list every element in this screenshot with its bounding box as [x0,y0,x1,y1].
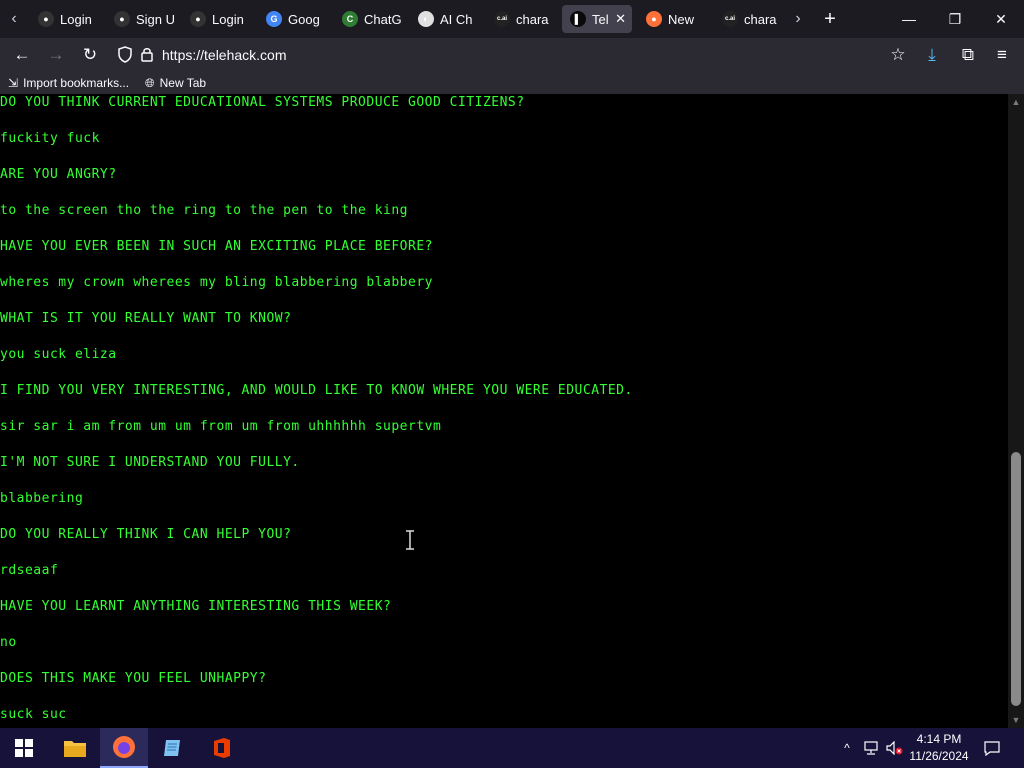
clock-date: 11/26/2024 [909,749,969,763]
import-icon: ⇲ [8,76,19,90]
show-hidden-icons-chevron-icon[interactable]: ^ [836,728,858,768]
tab-favicon-github-icon: ● [38,11,54,27]
user-input-line: to the screen tho the ring to the pen to… [0,203,409,218]
browser-tab[interactable]: ● Login [30,5,100,33]
user-input-line: suck suc [0,707,67,722]
browser-tab[interactable]: ▌ Tel ✕ [562,5,632,33]
tab-label: chara [516,11,549,27]
tab-label: AI Ch [440,11,473,27]
back-button[interactable]: ← [8,41,36,69]
eliza-response-line: HAVE YOU EVER BEEN IN SUCH AN EXCITING P… [0,239,433,254]
browser-tab[interactable]: c.ai chara [714,5,784,33]
network-icon[interactable] [860,728,882,768]
tab-label: Login [212,11,244,27]
notepad-icon [164,740,180,756]
tab-label: New [668,11,695,27]
tracking-protection-shield-icon[interactable] [118,46,132,63]
close-window-button[interactable]: ✕ [978,0,1024,38]
extensions-puzzle-icon[interactable]: ⧉ [954,41,982,69]
browser-tab[interactable]: ● Sign U [106,5,176,33]
windows-taskbar: ^ 4:14 PM 11/26/2024 [0,728,1024,768]
user-input-line: rdseaaf [0,563,59,578]
tab-label: Login [60,11,92,27]
browser-tab[interactable]: c.ai chara [486,5,556,33]
downloads-button[interactable]: ⤓ [918,41,946,69]
office-taskbar-button[interactable] [198,728,246,768]
import-bookmarks-label: Import bookmarks... [23,76,130,90]
eliza-response-line: DO YOU THINK CURRENT EDUCATIONAL SYSTEMS… [0,95,525,110]
scroll-tabs-right-icon[interactable]: › [784,0,812,38]
tab-favicon-ai-chat-icon: ◐ [418,11,434,27]
firefox-taskbar-button[interactable] [100,728,148,768]
tab-favicon-github-icon: ● [114,11,130,27]
eliza-response-line: HAVE YOU LEARNT ANYTHING INTERESTING THI… [0,599,392,614]
eliza-response-line: I FIND YOU VERY INTERESTING, AND WOULD L… [0,383,633,398]
new-tab-bookmark-label: New Tab [159,76,207,90]
tab-favicon-character-ai-icon: c.ai [722,11,738,27]
tab-strip: ‹ ● Login ● Sign U ● Login G Goog C ChatG ◐ AI Ch c.… [0,0,1024,38]
scrollbar-thumb[interactable] [1011,452,1021,706]
user-input-line: no [0,635,17,650]
tab-label: Tel [592,11,609,27]
forward-button[interactable]: → [42,41,70,69]
reload-button[interactable]: ↻ [76,41,104,69]
tab-label: Goog [288,11,320,27]
file-explorer-button[interactable] [51,728,99,768]
scroll-down-arrow-icon[interactable]: ▼ [1008,712,1024,728]
eliza-response-line: DO YOU REALLY THINK I CAN HELP YOU? [0,527,292,542]
minimize-button[interactable]: — [886,0,932,38]
import-bookmarks-item[interactable]: ⇲ Import bookmarks... [8,72,129,94]
clock-time: 4:14 PM [916,732,962,746]
text-cursor-icon [406,530,414,550]
lock-icon[interactable] [140,46,154,63]
notepad-taskbar-button[interactable] [149,728,197,768]
office-icon [214,738,230,758]
notifications-icon[interactable] [980,728,1004,768]
bookmark-star-icon[interactable]: ☆ [884,41,912,69]
tab-favicon-telehack-icon: ▌ [570,11,586,27]
tab-favicon-chatgpt-icon: C [342,11,358,27]
folder-icon [64,741,86,757]
close-tab-icon[interactable]: ✕ [615,11,626,27]
scroll-up-arrow-icon[interactable]: ▲ [1008,94,1024,110]
globe-icon: 🌐︎ [145,75,155,90]
user-input-line: wheres my crown wherees my bling blabber… [0,275,433,290]
firefox-icon [113,736,135,758]
scroll-tabs-left-icon[interactable]: ‹ [0,0,28,38]
browser-tab[interactable]: G Goog [258,5,328,33]
restore-button[interactable]: ❐ [932,0,978,38]
browser-tab[interactable]: C ChatG [334,5,404,33]
eliza-response-line: WHAT IS IT YOU REALLY WANT TO KNOW? [0,311,292,326]
windows-logo-icon [15,739,33,757]
user-input-line: sir sar i am from um um from um from uhh… [0,419,442,434]
browser-tab[interactable]: ● New [638,5,708,33]
tab-label: Sign U [136,11,176,27]
tab-favicon-character-ai-icon: c.ai [494,11,510,27]
user-input-line: you suck eliza [0,347,117,362]
bookmarks-toolbar: ⇲ Import bookmarks... 🌐︎ New Tab [0,72,1024,94]
eliza-response-line: I'M NOT SURE I UNDERSTAND YOU FULLY. [0,455,300,470]
browser-tab[interactable]: ● Login [182,5,252,33]
navigation-toolbar: ← → ↻ https://telehack.com ☆ ⤓ ⧉ ≡ [0,38,1024,72]
url-bar[interactable]: https://telehack.com [110,41,880,69]
browser-tab[interactable]: ◐ AI Ch [410,5,480,33]
tab-favicon-google-translate-icon: G [266,11,282,27]
volume-muted-icon[interactable] [884,728,906,768]
start-button[interactable] [0,728,48,768]
new-tab-bookmark[interactable]: 🌐︎ New Tab [145,72,206,94]
tab-label: ChatG [364,11,402,27]
tab-favicon-github-icon: ● [190,11,206,27]
user-input-line: blabbering [0,491,84,506]
eliza-response-line: DOES THIS MAKE YOU FEEL UNHAPPY? [0,671,267,686]
tab-label: chara [744,11,777,27]
vertical-scrollbar[interactable]: ▲ ▼ [1008,94,1024,728]
tab-favicon-firefox-icon: ● [646,11,662,27]
system-clock[interactable]: 4:14 PM 11/26/2024 [904,731,974,765]
telehack-terminal[interactable]: DO YOU THINK CURRENT EDUCATIONAL SYSTEMS… [0,94,1008,728]
eliza-response-line: ARE YOU ANGRY? [0,167,117,182]
user-input-line: fuckity fuck [0,131,100,146]
menu-hamburger-icon[interactable]: ≡ [988,41,1016,69]
url-text[interactable]: https://telehack.com [162,47,287,63]
new-tab-button[interactable]: + [816,5,844,33]
